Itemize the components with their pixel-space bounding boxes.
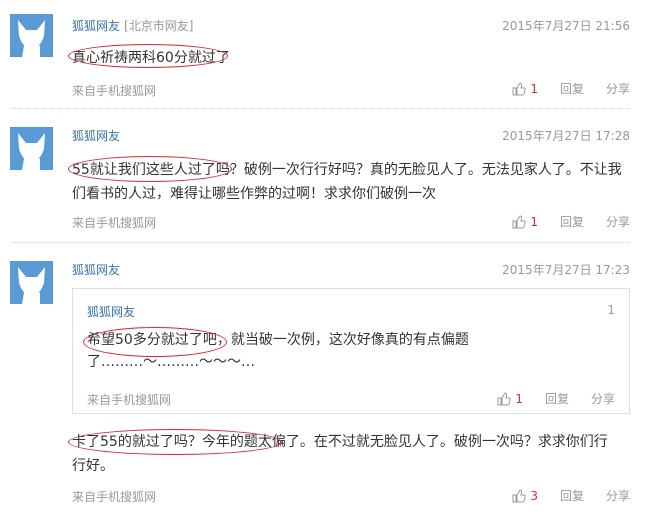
reply-button[interactable]: 回复 xyxy=(560,487,584,504)
like-count: 1 xyxy=(530,81,538,96)
comment-source: 来自手机搜狐网 xyxy=(72,216,157,230)
comment-time: 2015年7月27日 17:23 xyxy=(502,263,630,277)
like-count: 3 xyxy=(530,488,538,503)
comment-actions: 1 回复 分享 xyxy=(512,213,630,230)
like-button[interactable]: 1 xyxy=(512,215,538,229)
quoted-username[interactable]: 狐狐网友 xyxy=(87,303,135,320)
quoted-comment: 狐狐网友 1 希望50多分就过了吧，就当破一次例，这次好像真的有点偏题了………～… xyxy=(72,288,630,414)
username[interactable]: 狐狐网友 xyxy=(72,261,120,278)
like-button[interactable]: 3 xyxy=(512,489,538,503)
reply-button[interactable]: 回复 xyxy=(560,213,584,230)
thumbs-up-icon xyxy=(512,214,526,228)
comment-source: 来自手机搜狐网 xyxy=(72,490,157,504)
thumbs-up-icon xyxy=(497,391,511,405)
username-text[interactable]: 狐狐网友 xyxy=(72,19,120,33)
comment-source: 来自手机搜狐网 xyxy=(72,84,157,98)
comment-time: 2015年7月27日 21:56 xyxy=(502,19,630,33)
like-count: 1 xyxy=(515,391,523,406)
thumbs-up-icon xyxy=(512,488,526,502)
quoted-source: 来自手机搜狐网 xyxy=(87,393,172,407)
fox-avatar-icon xyxy=(10,261,53,304)
reply-button[interactable]: 回复 xyxy=(560,80,584,97)
thumbs-up-icon xyxy=(512,81,526,95)
avatar[interactable] xyxy=(10,127,53,170)
like-count: 1 xyxy=(530,214,538,229)
like-button[interactable]: 1 xyxy=(512,82,538,96)
user-location: [北京市网友] xyxy=(124,19,194,33)
fox-avatar-icon xyxy=(10,14,53,57)
username[interactable]: 狐狐网友 xyxy=(72,127,120,144)
annotation-ellipse xyxy=(83,327,227,357)
comment-actions: 3 回复 分享 xyxy=(512,487,630,504)
annotation-ellipse xyxy=(68,44,228,68)
share-button[interactable]: 分享 xyxy=(606,80,630,97)
divider xyxy=(12,108,630,109)
quoted-actions: 1 回复 分享 xyxy=(497,390,615,407)
fox-avatar-icon xyxy=(10,127,53,170)
annotation-ellipse xyxy=(68,156,232,182)
username[interactable]: 狐狐网友 [北京市网友] xyxy=(72,17,193,34)
share-button[interactable]: 分享 xyxy=(591,390,615,407)
comment-time: 2015年7月27日 17:28 xyxy=(502,129,630,143)
avatar[interactable] xyxy=(10,14,53,57)
annotation-ellipse xyxy=(68,429,282,455)
reply-button[interactable]: 回复 xyxy=(545,390,569,407)
comment-actions: 1 回复 分享 xyxy=(512,80,630,97)
floor-number: 1 xyxy=(607,303,615,317)
share-button[interactable]: 分享 xyxy=(606,487,630,504)
share-button[interactable]: 分享 xyxy=(606,213,630,230)
like-button[interactable]: 1 xyxy=(497,392,523,406)
divider xyxy=(12,242,630,243)
avatar[interactable] xyxy=(10,261,53,304)
